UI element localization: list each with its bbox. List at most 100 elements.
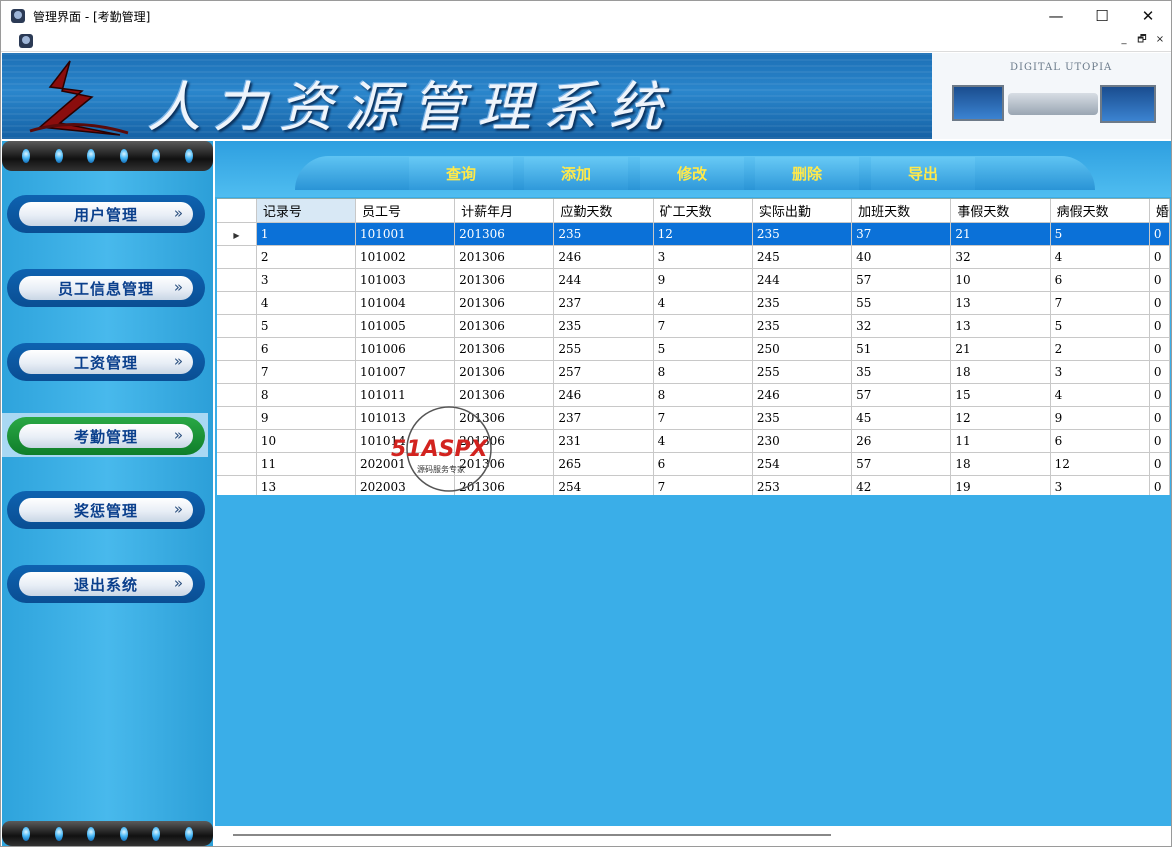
row-header[interactable]	[217, 475, 257, 495]
table-cell[interactable]: 32	[950, 245, 1051, 269]
column-header[interactable]: 加班天数	[851, 199, 952, 223]
table-cell[interactable]: 9	[1050, 406, 1150, 430]
add-button[interactable]: 添加	[524, 157, 628, 190]
table-cell[interactable]: 12	[950, 406, 1051, 430]
table-cell[interactable]: 235	[752, 406, 853, 430]
table-row[interactable]: 9 101013 201306 237 7 235 45 12 9 0	[217, 406, 1170, 430]
table-cell[interactable]: 201306	[454, 383, 555, 407]
table-cell[interactable]: 4	[653, 429, 753, 453]
column-header[interactable]: 实际出勤	[752, 199, 853, 223]
table-row[interactable]: 10 101014 201306 231 4 230 26 11 6 0	[217, 429, 1170, 453]
table-cell[interactable]: 0	[1149, 291, 1170, 315]
table-cell[interactable]: 15	[950, 383, 1051, 407]
sidebar-item-user-management[interactable]: 用户管理 »	[7, 195, 205, 233]
table-cell[interactable]: 5	[1050, 222, 1150, 246]
table-cell[interactable]: 245	[752, 245, 853, 269]
table-row[interactable]: 6 101006 201306 255 5 250 51 21 2 0	[217, 337, 1170, 361]
table-row[interactable]: 8 101011 201306 246 8 246 57 15 4 0	[217, 383, 1170, 407]
column-header[interactable]: 矿工天数	[653, 199, 753, 223]
mdi-close-button[interactable]: ×	[1153, 33, 1167, 47]
table-cell[interactable]: 9	[256, 406, 356, 430]
table-cell[interactable]: 5	[1050, 314, 1150, 338]
table-cell[interactable]: 37	[851, 222, 952, 246]
table-cell[interactable]: 101002	[355, 245, 456, 269]
table-row[interactable]: 7 101007 201306 257 8 255 35 18 3 0	[217, 360, 1170, 384]
table-cell[interactable]: 235	[553, 314, 654, 338]
table-cell[interactable]: 0	[1149, 268, 1170, 292]
table-row[interactable]: 4 101004 201306 237 4 235 55 13 7 0	[217, 291, 1170, 315]
sidebar-item-attendance[interactable]: 考勤管理 »	[7, 417, 205, 455]
table-cell[interactable]: 2	[256, 245, 356, 269]
table-cell[interactable]: 10	[256, 429, 356, 453]
table-cell[interactable]: 8	[653, 383, 753, 407]
table-row[interactable]: 2 101002 201306 246 3 245 40 32 4 0	[217, 245, 1170, 269]
maximize-button[interactable]: ☐	[1079, 1, 1125, 31]
table-cell[interactable]: 3	[653, 245, 753, 269]
table-cell[interactable]: 201306	[454, 360, 555, 384]
table-cell[interactable]: 0	[1149, 475, 1170, 495]
table-cell[interactable]: 21	[950, 337, 1051, 361]
row-header[interactable]: ▶	[217, 222, 257, 246]
table-cell[interactable]: 32	[851, 314, 952, 338]
table-cell[interactable]: 40	[851, 245, 952, 269]
table-row[interactable]: ▶ 1 101001 201306 235 12 235 37 21 5 0	[217, 222, 1170, 246]
attendance-grid[interactable]: 记录号 员工号 计薪年月 应勤天数 矿工天数 实际出勤 加班天数 事假天数 病假天数婚 ▶ 1 10…	[217, 198, 1170, 495]
delete-button[interactable]: 删除	[755, 157, 859, 190]
table-cell[interactable]: 201306	[454, 314, 555, 338]
table-cell[interactable]: 8	[256, 383, 356, 407]
table-cell[interactable]: 4	[256, 291, 356, 315]
table-cell[interactable]: 237	[553, 406, 654, 430]
table-cell[interactable]: 13	[950, 291, 1051, 315]
table-cell[interactable]: 21	[950, 222, 1051, 246]
table-cell[interactable]: 246	[553, 245, 654, 269]
sidebar-item-exit[interactable]: 退出系统 »	[7, 565, 205, 603]
table-cell[interactable]: 26	[851, 429, 952, 453]
mdi-minimize-button[interactable]: _	[1117, 33, 1131, 47]
table-cell[interactable]: 45	[851, 406, 952, 430]
table-cell[interactable]: 250	[752, 337, 853, 361]
table-cell[interactable]: 6	[256, 337, 356, 361]
table-cell[interactable]: 4	[1050, 383, 1150, 407]
table-cell[interactable]: 0	[1149, 360, 1170, 384]
table-cell[interactable]: 7	[653, 314, 753, 338]
close-button[interactable]: ✕	[1125, 1, 1171, 31]
table-cell[interactable]: 4	[653, 291, 753, 315]
table-cell[interactable]: 6	[1050, 268, 1150, 292]
table-cell[interactable]: 244	[553, 268, 654, 292]
table-cell[interactable]: 5	[653, 337, 753, 361]
table-cell[interactable]: 246	[752, 383, 853, 407]
row-header[interactable]	[217, 314, 257, 338]
table-cell[interactable]: 237	[553, 291, 654, 315]
table-cell[interactable]: 13	[950, 314, 1051, 338]
sidebar-item-employee-info[interactable]: 员工信息管理 »	[7, 269, 205, 307]
table-cell[interactable]: 253	[752, 475, 853, 495]
table-cell[interactable]: 201306	[454, 291, 555, 315]
row-header[interactable]	[217, 268, 257, 292]
sidebar-item-rewards-penalties[interactable]: 奖惩管理 »	[7, 491, 205, 529]
table-cell[interactable]: 0	[1149, 429, 1170, 453]
table-cell[interactable]: 230	[752, 429, 853, 453]
table-cell[interactable]: 5	[256, 314, 356, 338]
table-cell[interactable]: 254	[752, 452, 853, 476]
table-cell[interactable]: 18	[950, 360, 1051, 384]
table-cell[interactable]: 0	[1149, 406, 1170, 430]
row-header[interactable]	[217, 452, 257, 476]
table-cell[interactable]: 42	[851, 475, 952, 495]
table-cell[interactable]: 244	[752, 268, 853, 292]
table-cell[interactable]: 255	[553, 337, 654, 361]
row-header[interactable]	[217, 337, 257, 361]
table-cell[interactable]: 3	[1050, 475, 1150, 495]
table-cell[interactable]: 235	[752, 314, 853, 338]
column-header[interactable]: 应勤天数	[553, 199, 654, 223]
table-cell[interactable]: 11	[256, 452, 356, 476]
scrollbar-thumb[interactable]	[233, 834, 831, 836]
query-button[interactable]: 查询	[409, 157, 513, 190]
table-cell[interactable]: 57	[851, 268, 952, 292]
table-cell[interactable]: 12	[653, 222, 753, 246]
column-header[interactable]: 记录号	[256, 199, 356, 223]
table-cell[interactable]: 12	[1050, 452, 1150, 476]
table-cell[interactable]: 235	[553, 222, 654, 246]
column-header[interactable]: 计薪年月	[454, 199, 555, 223]
table-cell[interactable]: 0	[1149, 452, 1170, 476]
row-header[interactable]	[217, 406, 257, 430]
